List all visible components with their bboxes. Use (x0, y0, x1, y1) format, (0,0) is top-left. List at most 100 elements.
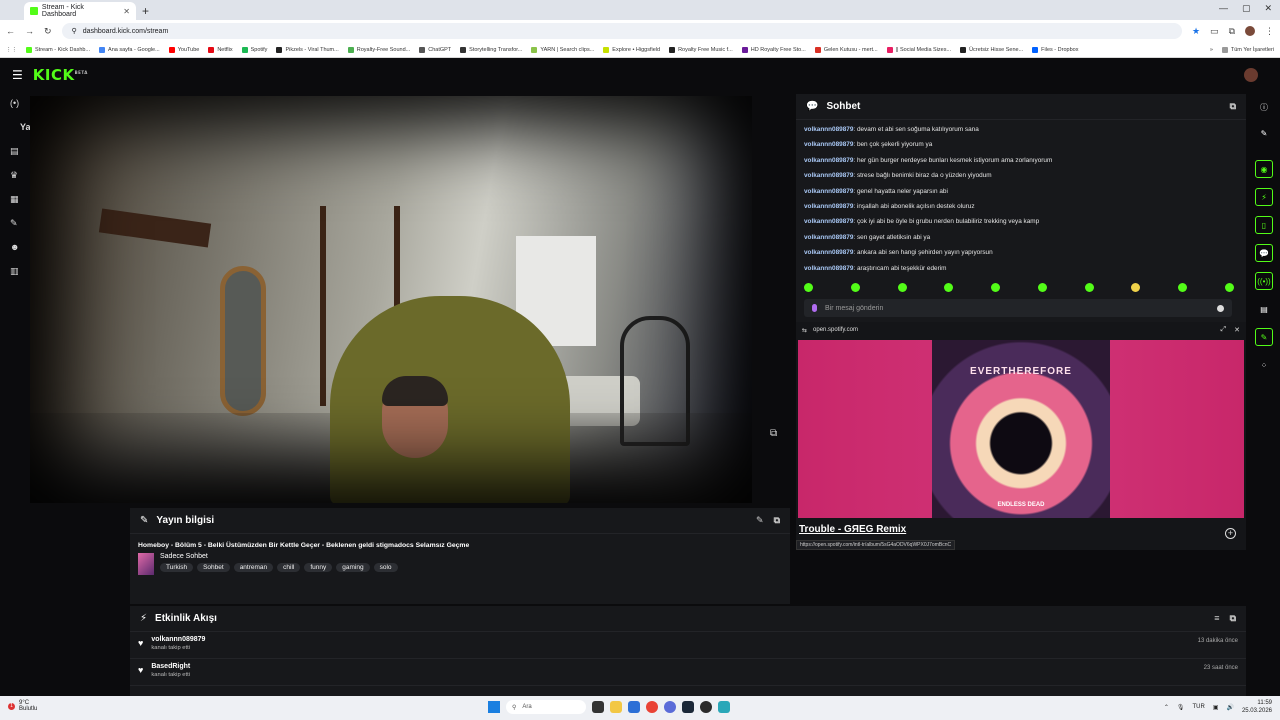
bookmark-item[interactable]: Explore • Higgsfield (603, 46, 660, 53)
filter-icon[interactable]: ≡ (1214, 613, 1219, 624)
camera-icon[interactable]: ◉ (1255, 160, 1273, 178)
bookmark-item[interactable]: Storytelling Transfor... (460, 46, 522, 53)
album-art[interactable]: EVERTHEREFORE ENDLESS DEAD (932, 340, 1110, 518)
chat-username[interactable]: volkannn089879 (804, 234, 853, 241)
stream-tag[interactable]: Sohbet (197, 563, 230, 572)
emote-icon[interactable] (897, 283, 907, 292)
broadcast-icon[interactable]: ((•)) (1255, 272, 1273, 290)
user-avatar[interactable] (1244, 68, 1258, 82)
emote-icon[interactable] (850, 283, 860, 292)
stream-category[interactable]: Sadece Sohbet (160, 553, 398, 560)
edit-icon[interactable]: ✎ (756, 515, 764, 526)
hamburger-menu-icon[interactable]: ☰ (12, 68, 23, 82)
stream-tag[interactable]: solo (373, 563, 398, 572)
tools-icon[interactable]: ✎ (1255, 328, 1273, 346)
windows-start-icon[interactable] (488, 701, 500, 713)
info-icon[interactable]: ⓘ (1255, 98, 1273, 116)
bookmark-star-icon[interactable]: ★ (1192, 26, 1200, 37)
chat-username[interactable]: volkannn089879 (804, 218, 853, 225)
reload-icon[interactable]: ↻ (44, 26, 52, 37)
users-icon[interactable]: ☻ (10, 242, 19, 252)
bookmark-item[interactable]: Files - Dropbox (1032, 46, 1078, 53)
bookmark-item[interactable]: YARN | Search clips... (531, 46, 594, 53)
live-indicator-icon[interactable]: (•) (10, 98, 19, 108)
video-popout-icon[interactable]: ⧉ (770, 428, 777, 439)
mic-icon[interactable] (812, 304, 817, 312)
emote-icon[interactable] (1224, 283, 1234, 292)
bookmark-item[interactable]: Royalty-Free Sound... (347, 46, 410, 53)
bookmark-item[interactable]: || Social Media Sizes... (886, 46, 951, 53)
chat-username[interactable]: volkannn089879 (804, 157, 853, 164)
bookmark-item[interactable]: ChatGPT (419, 46, 451, 53)
stream-tag[interactable]: funny (304, 563, 333, 572)
bookmark-item[interactable]: Royalty Free Music f... (669, 46, 733, 53)
emote-icon[interactable] (1084, 283, 1094, 292)
recorder-icon[interactable] (700, 701, 712, 713)
bookmarks-more-button[interactable]: » (1210, 47, 1213, 53)
store-icon[interactable] (628, 701, 640, 713)
library-icon[interactable]: ▥ (10, 266, 19, 277)
bookmark-item[interactable]: Gelen Kutusu - mert... (814, 46, 878, 53)
add-to-library-icon[interactable]: + (1225, 528, 1236, 539)
stream-preview-video[interactable] (30, 96, 752, 503)
close-window-icon[interactable]: ✕ (1264, 3, 1272, 14)
clipboard-icon[interactable]: ▯ (1255, 216, 1273, 234)
omnibox[interactable]: ⚲ dashboard.kick.com/stream (61, 23, 1182, 39)
maximize-icon[interactable]: ▢ (1242, 3, 1251, 14)
volume-icon[interactable]: 🔊 (1226, 704, 1233, 711)
emote-icon[interactable] (1037, 283, 1047, 292)
chat-username[interactable]: volkannn089879 (804, 172, 853, 179)
dashboard-icon[interactable]: ▤ (10, 146, 19, 157)
grid-icon[interactable]: ▦ (10, 194, 19, 205)
bookmark-item[interactable]: Netflix (208, 46, 233, 53)
extensions-icon[interactable]: ⧉ (1229, 26, 1235, 37)
bookmark-item[interactable]: Ücretsiz Hisse Sene... (960, 46, 1023, 53)
emote-icon[interactable] (991, 283, 1001, 292)
all-bookmarks-button[interactable]: Tüm Yer İşaretleri (1221, 46, 1274, 53)
emote-icon[interactable] (1178, 283, 1188, 292)
stream-tag[interactable]: antreman (233, 563, 274, 572)
new-tab-button[interactable]: + (142, 4, 149, 18)
network-icon[interactable]: ▣ (1213, 704, 1219, 711)
bookmark-item[interactable]: YouTube (168, 46, 199, 53)
emote-icon[interactable] (944, 283, 954, 292)
steam-icon[interactable] (682, 701, 694, 713)
stream-tag[interactable]: Turkish (160, 563, 194, 572)
flash-icon[interactable]: ⚡ (1255, 188, 1273, 206)
activity-popout-icon[interactable]: ⧉ (1230, 613, 1236, 624)
trophy-icon[interactable]: ♛ (10, 170, 18, 181)
stream-tag[interactable]: chill (277, 563, 301, 572)
layout-icon[interactable]: ▤ (1255, 300, 1273, 318)
menu-icon[interactable]: ⋮ (1265, 26, 1274, 37)
expand-icon[interactable]: ⤢ (1221, 326, 1227, 334)
tray-chevron-icon[interactable]: ⌃ (1164, 704, 1169, 711)
settings-icon[interactable] (664, 701, 676, 713)
chat-popout-icon[interactable]: ⧉ (1230, 101, 1236, 112)
wrench-icon[interactable]: ✎ (10, 218, 18, 229)
task-view-icon[interactable] (592, 701, 604, 713)
weather-widget[interactable]: 1 9°C Bulutlu (8, 700, 37, 712)
back-icon[interactable]: ← (6, 26, 15, 36)
cast-icon[interactable]: ▭ (1210, 26, 1219, 37)
chat-input[interactable]: Bir mesaj gönderin (804, 299, 1232, 317)
browser-tab[interactable]: Stream - Kick Dashboard ✕ (24, 2, 136, 20)
forward-icon[interactable]: → (25, 26, 34, 36)
chat-username[interactable]: volkannn089879 (804, 265, 853, 272)
mic-tray-icon[interactable]: 🎙 (1177, 704, 1185, 711)
chat-username[interactable]: volkannn089879 (804, 141, 853, 148)
apps-grid-icon[interactable]: ⋮⋮ (6, 47, 17, 53)
activity-user[interactable]: volkannn089879 (151, 636, 205, 643)
taskbar-search[interactable]: ⚲ Ara (506, 700, 586, 714)
chat-username[interactable]: volkannn089879 (804, 203, 853, 210)
chat-username[interactable]: volkannn089879 (804, 126, 853, 133)
bookmark-item[interactable]: Pikzels - Viral Thum... (276, 46, 339, 53)
language-indicator[interactable]: TUR (1192, 704, 1204, 710)
minimize-icon[interactable]: — (1219, 3, 1228, 14)
close-tab-icon[interactable]: ✕ (123, 7, 130, 16)
emote-icon[interactable] (804, 283, 813, 292)
activity-user[interactable]: BasedRight (151, 663, 190, 670)
profile-avatar[interactable] (1245, 26, 1255, 36)
file-explorer-icon[interactable] (610, 701, 622, 713)
chrome-icon[interactable] (646, 701, 658, 713)
calculator-icon[interactable] (718, 701, 730, 713)
